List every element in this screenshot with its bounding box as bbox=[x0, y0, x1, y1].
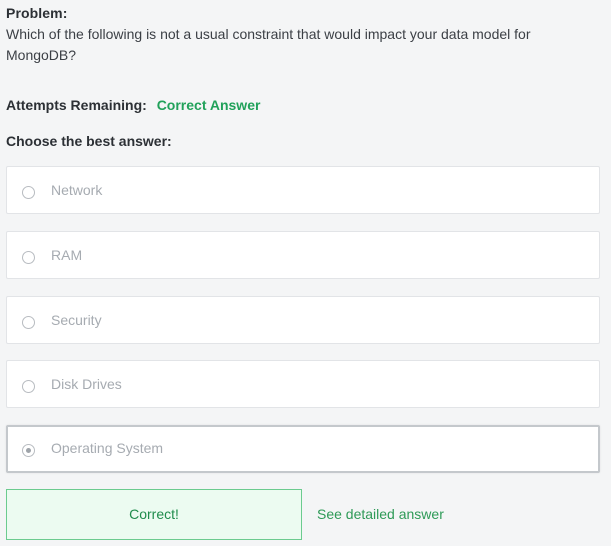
radio-dot-icon bbox=[26, 448, 31, 453]
answer-option-label: Disk Drives bbox=[51, 376, 122, 392]
answer-option-operating-system[interactable]: Operating System bbox=[6, 425, 600, 473]
radio-button-icon[interactable] bbox=[22, 186, 35, 199]
answer-option-disk-drives[interactable]: Disk Drives bbox=[6, 360, 600, 408]
radio-button-icon[interactable] bbox=[22, 316, 35, 329]
problem-title: Problem: bbox=[6, 5, 68, 21]
answer-option-ram[interactable]: RAM bbox=[6, 231, 600, 279]
choose-answer-label: Choose the best answer: bbox=[6, 133, 172, 149]
answer-option-label: Operating System bbox=[51, 440, 164, 456]
correct-feedback-box: Correct! bbox=[6, 489, 302, 540]
radio-button-icon[interactable] bbox=[22, 251, 35, 264]
attempts-value: Correct Answer bbox=[156, 97, 261, 113]
answer-option-label: RAM bbox=[51, 247, 83, 263]
radio-button-selected-icon[interactable] bbox=[22, 444, 35, 457]
attempts-remaining: Attempts Remaining: Correct Answer bbox=[6, 97, 260, 113]
see-detailed-answer-link[interactable]: See detailed answer bbox=[317, 506, 444, 522]
radio-button-icon[interactable] bbox=[22, 380, 35, 393]
answer-option-network[interactable]: Network bbox=[6, 166, 600, 214]
answer-option-security[interactable]: Security bbox=[6, 296, 600, 344]
attempts-label: Attempts Remaining: bbox=[6, 97, 147, 113]
answer-option-label: Network bbox=[51, 182, 103, 198]
answer-option-label: Security bbox=[51, 312, 102, 328]
problem-text: Which of the following is not a usual co… bbox=[6, 26, 531, 63]
